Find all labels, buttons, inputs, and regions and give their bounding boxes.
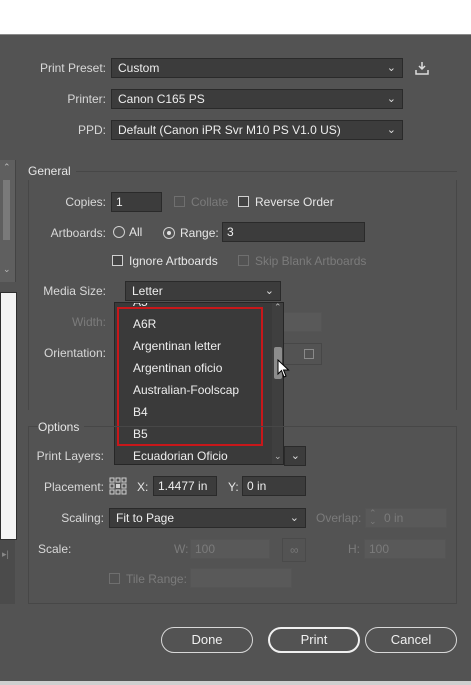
all-radio[interactable] [113, 226, 125, 238]
skip-blank-artboards-label: Skip Blank Artboards [255, 254, 367, 268]
all-radio-label: All [129, 225, 143, 239]
print-preset-label: Print Preset: [39, 61, 106, 75]
chevron-down-icon: ⌄ [386, 62, 396, 74]
copies-label: Copies: [65, 195, 106, 209]
media-size-value: Letter [132, 284, 163, 298]
window-bottom-edge [0, 681, 471, 685]
width-label: Width: [71, 315, 106, 329]
range-radio-label: Range: [180, 226, 219, 240]
x-input[interactable]: 1.4477 in [153, 476, 217, 496]
tile-range-label: Tile Range: [126, 572, 187, 586]
ppd-value: Default (Canon iPR Svr M10 PS V1.0 US) [118, 123, 341, 137]
overlap-input[interactable]: 0 in [365, 508, 447, 528]
general-divider [76, 171, 457, 172]
print-layers-label: Print Layers: [36, 449, 104, 463]
scroll-up-icon[interactable]: ⌃ [274, 303, 282, 313]
print-preset-select[interactable]: Custom ⌄ [111, 58, 403, 78]
w-input[interactable]: 100 [190, 539, 270, 559]
printer-value: Canon C165 PS [118, 92, 205, 106]
scaling-label: Scaling: [61, 511, 104, 525]
collate-checkbox[interactable] [174, 196, 185, 207]
print-layers-select[interactable]: ⌄ [284, 446, 306, 466]
ignore-artboards-label: Ignore Artboards [129, 254, 218, 268]
scaling-select[interactable]: Fit to Page ⌄ [109, 508, 306, 528]
overlap-label: Overlap: [316, 511, 362, 525]
ppd-label: PPD: [77, 123, 106, 137]
reverse-order-checkbox[interactable] [238, 196, 249, 207]
x-label: X: [137, 480, 149, 494]
artboards-label: Artboards: [50, 226, 106, 240]
h-label: H: [348, 542, 360, 556]
range-radio[interactable] [163, 227, 175, 239]
chevron-down-icon: ⌄ [386, 124, 396, 136]
done-button[interactable]: Done [161, 627, 253, 653]
link-icon: ∞ [290, 543, 299, 557]
print-button[interactable]: Print [268, 627, 360, 653]
options-divider [84, 426, 457, 427]
printer-select[interactable]: Canon C165 PS ⌄ [111, 89, 403, 109]
chevron-down-icon: ⌄ [290, 450, 300, 462]
y-input[interactable]: 0 in [242, 476, 306, 496]
mouse-pointer-icon [277, 358, 291, 382]
last-page-icon[interactable]: ▸| [2, 549, 9, 560]
tile-range-checkbox[interactable] [109, 573, 120, 584]
overlap-stepper-icon[interactable]: ⌃ ⌄ [369, 509, 377, 526]
w-label: W: [174, 542, 189, 556]
landscape-icon[interactable] [304, 349, 314, 359]
ignore-artboards-checkbox[interactable] [112, 255, 123, 266]
options-section-title: Options [38, 420, 80, 434]
media-size-select[interactable]: Letter ⌄ [125, 281, 281, 301]
print-preset-value: Custom [118, 61, 160, 75]
print-preview-area [0, 292, 17, 540]
h-input[interactable]: 100 [364, 539, 446, 559]
reference-point-icon[interactable] [109, 477, 127, 495]
scroll-down-icon[interactable]: ⌄ [3, 264, 11, 275]
chevron-down-icon: ⌄ [289, 512, 299, 524]
general-border-right [456, 180, 457, 410]
media-size-label: Media Size: [43, 284, 106, 298]
dialog-title-bar [0, 0, 471, 35]
range-input[interactable]: 3 [222, 222, 365, 242]
width-input[interactable] [280, 312, 322, 332]
general-section-title: General [28, 164, 71, 178]
options-divider-left [28, 426, 38, 427]
ppd-select[interactable]: Default (Canon iPR Svr M10 PS V1.0 US) ⌄ [111, 120, 403, 140]
printer-label: Printer: [67, 92, 106, 106]
orientation-label: Orientation: [43, 346, 106, 360]
preview-scroll-thumb[interactable] [3, 180, 10, 240]
copies-input[interactable]: 1 [111, 192, 162, 212]
constrain-proportions-button[interactable]: ∞ [282, 538, 306, 562]
chevron-down-icon: ⌄ [264, 285, 274, 297]
collate-label: Collate [191, 195, 229, 209]
preview-scrollbar[interactable]: ⌃ ⌄ [0, 160, 16, 282]
chevron-down-icon: ⌄ [386, 93, 396, 105]
scaling-value: Fit to Page [116, 511, 175, 525]
cancel-button[interactable]: Cancel [365, 627, 457, 653]
scale-label: Scale: [38, 542, 72, 556]
reverse-order-label: Reverse Order [255, 195, 334, 209]
save-preset-icon[interactable] [414, 60, 430, 76]
y-label: Y: [228, 480, 239, 494]
skip-blank-artboards-checkbox[interactable] [238, 255, 249, 266]
scroll-up-icon[interactable]: ⌃ [3, 162, 11, 173]
tile-range-input[interactable] [190, 568, 292, 588]
placement-label: Placement: [43, 480, 104, 494]
